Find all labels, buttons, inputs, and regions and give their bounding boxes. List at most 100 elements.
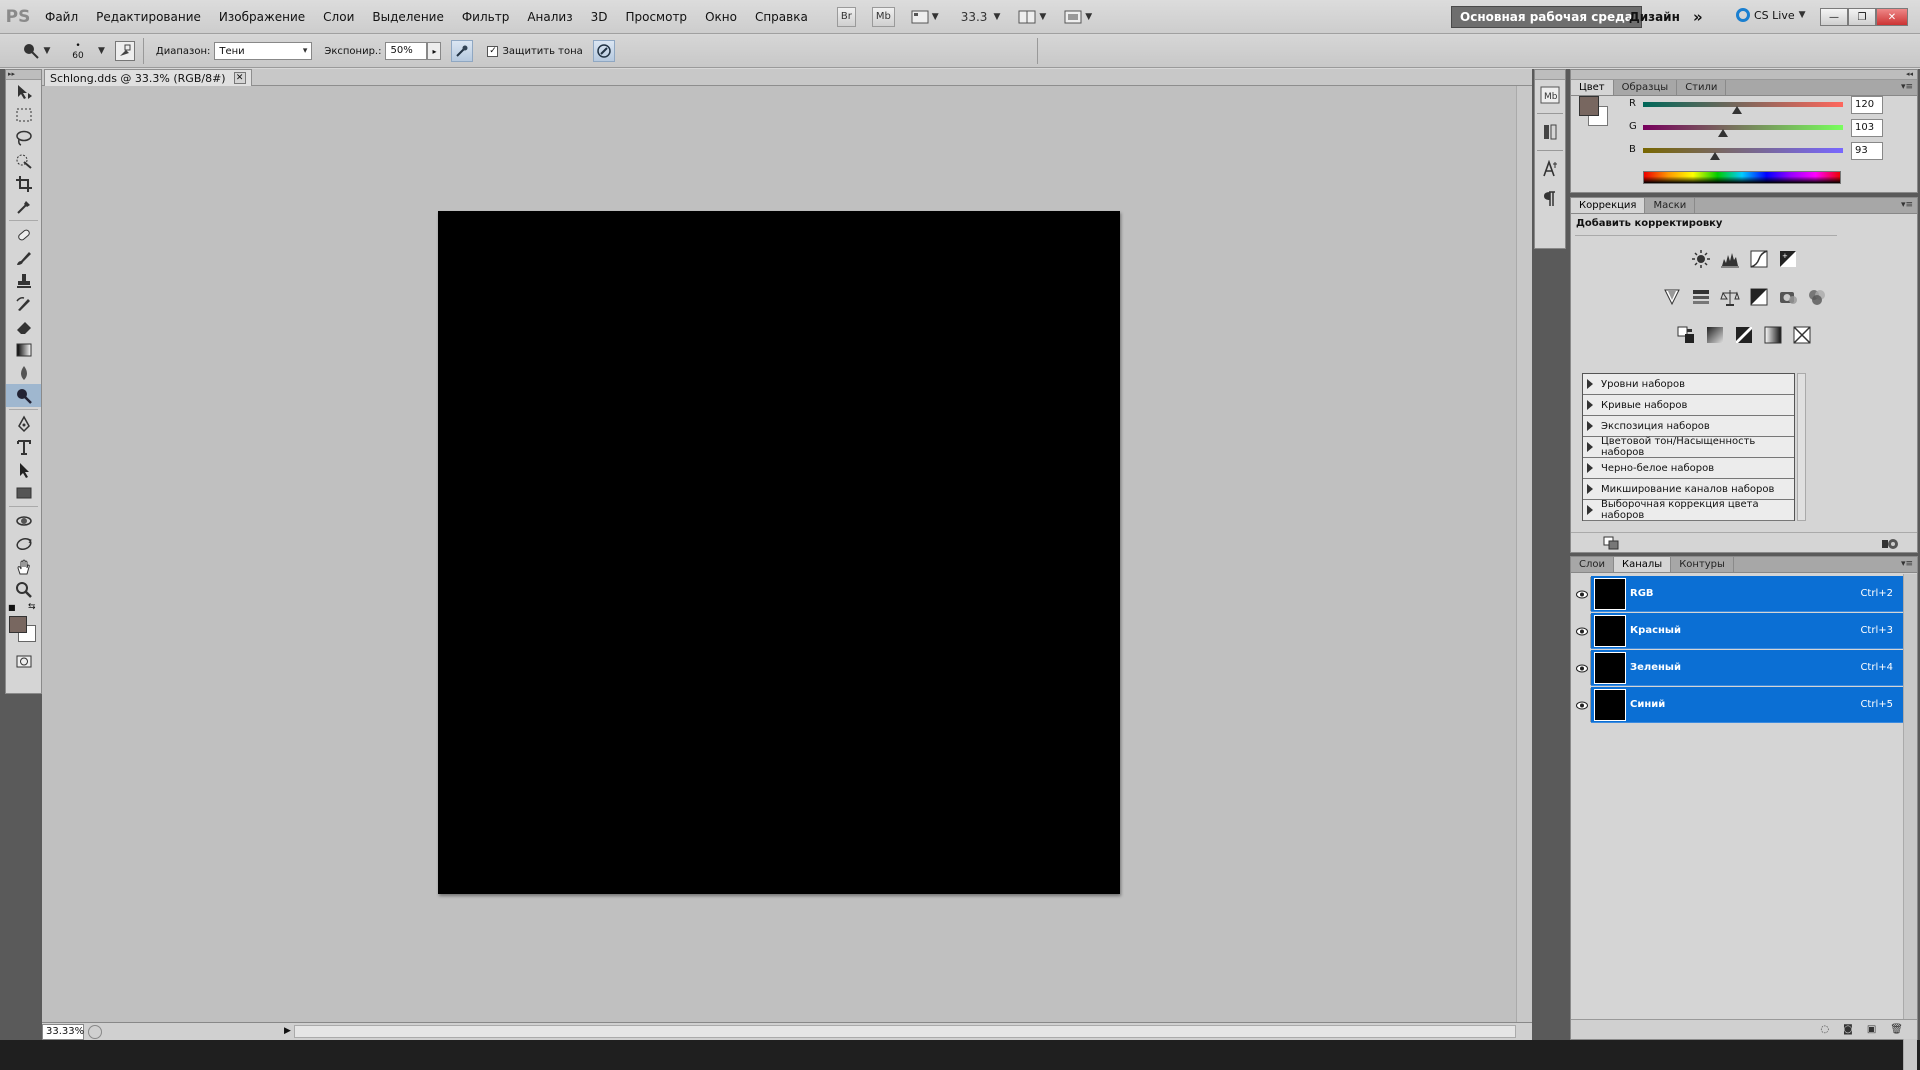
- exposure-slider-toggle[interactable]: ▸: [427, 42, 442, 60]
- document-tab[interactable]: Schlong.dds @ 33.3% (RGB/8#) ✕: [44, 69, 252, 86]
- menu-3d[interactable]: 3D: [582, 0, 617, 34]
- status-zoom-field[interactable]: 33.33%: [42, 1023, 84, 1040]
- workspace-essentials-button[interactable]: Основная рабочая среда: [1451, 6, 1642, 28]
- lasso-tool[interactable]: [6, 126, 41, 149]
- hue-saturation-button[interactable]: [1689, 286, 1712, 308]
- green-slider-thumb[interactable]: [1718, 129, 1728, 137]
- blue-slider-thumb[interactable]: [1710, 152, 1720, 160]
- paragraph-panel-button[interactable]: [1535, 184, 1565, 214]
- preset-exposure[interactable]: Экспозиция наборов: [1583, 416, 1794, 437]
- blur-tool[interactable]: [6, 361, 41, 384]
- load-channel-selection-icon[interactable]: ◌: [1820, 1024, 1829, 1035]
- eraser-tool[interactable]: [6, 315, 41, 338]
- menu-help[interactable]: Справка: [746, 0, 817, 34]
- preset-levels[interactable]: Уровни наборов: [1583, 374, 1794, 395]
- channel-mixer-button[interactable]: [1805, 286, 1828, 308]
- tool-preset-picker[interactable]: ▼: [14, 38, 58, 64]
- brightness-contrast-button[interactable]: [1689, 248, 1712, 270]
- menu-edit[interactable]: Редактирование: [87, 0, 210, 34]
- quick-select-tool[interactable]: [6, 149, 41, 172]
- mini-bridge-button[interactable]: Mb: [871, 6, 895, 27]
- status-info-icon[interactable]: [88, 1024, 102, 1039]
- brush-tool[interactable]: [6, 246, 41, 269]
- tab-adjustments[interactable]: Коррекция: [1571, 198, 1646, 213]
- default-colors-icon[interactable]: ■: [8, 603, 16, 612]
- minimize-icon[interactable]: —: [1820, 8, 1848, 26]
- blue-value-input[interactable]: 93: [1851, 142, 1883, 160]
- range-select[interactable]: Тени ▾: [214, 42, 313, 60]
- gradient-map-button[interactable]: [1762, 324, 1785, 346]
- character-panel-button[interactable]: [1535, 154, 1565, 184]
- channel-row-red[interactable]: Красный Ctrl+3: [1573, 613, 1903, 649]
- exposure-button[interactable]: +: [1776, 248, 1799, 270]
- channel-row-body[interactable]: RGB Ctrl+2: [1591, 576, 1903, 612]
- tab-layers[interactable]: Слои: [1571, 557, 1614, 572]
- channel-row-green[interactable]: Зеленый Ctrl+4: [1573, 650, 1903, 686]
- tab-styles[interactable]: Стили: [1677, 80, 1727, 95]
- visibility-eye-icon[interactable]: [1573, 688, 1591, 722]
- horizontal-scrollbar[interactable]: [294, 1025, 1516, 1038]
- curves-button[interactable]: [1747, 248, 1770, 270]
- channel-row-body[interactable]: Красный Ctrl+3: [1591, 613, 1903, 649]
- invert-button[interactable]: [1675, 324, 1698, 346]
- tab-swatches[interactable]: Образцы: [1614, 80, 1678, 95]
- tablet-pressure-toggle[interactable]: [592, 40, 615, 62]
- status-menu-arrow-icon[interactable]: ▶: [284, 1026, 291, 1036]
- tab-masks[interactable]: Маски: [1645, 198, 1696, 213]
- delete-channel-icon[interactable]: 🗑: [1890, 1024, 1903, 1035]
- chevron-down-icon[interactable]: ▼: [98, 46, 105, 56]
- clone-stamp-tool[interactable]: [6, 269, 41, 292]
- tab-channels[interactable]: Каналы: [1614, 557, 1672, 572]
- menu-file[interactable]: Файл: [36, 0, 87, 34]
- menu-view[interactable]: Просмотр: [616, 0, 696, 34]
- brush-panel-toggle[interactable]: [114, 41, 135, 61]
- preset-channel-mixer[interactable]: Микширование каналов наборов: [1583, 479, 1794, 500]
- green-value-input[interactable]: 103: [1851, 119, 1883, 137]
- cs-live-button[interactable]: CS Live ▼: [1736, 8, 1806, 22]
- mini-bridge-panel-button[interactable]: Mb: [1535, 80, 1565, 110]
- selective-color-button[interactable]: [1791, 324, 1814, 346]
- brush-size-picker[interactable]: • 60: [58, 41, 98, 61]
- visibility-eye-icon[interactable]: [1573, 614, 1591, 648]
- preset-selective-color[interactable]: Выборочная коррекция цвета наборов: [1583, 499, 1794, 521]
- panel-menu-icon[interactable]: ▾≡: [1901, 559, 1913, 569]
- red-slider-thumb[interactable]: [1732, 106, 1742, 114]
- channels-scrollbar[interactable]: [1903, 574, 1917, 1070]
- posterize-button[interactable]: [1704, 324, 1727, 346]
- zoom-level-dropdown[interactable]: 33.3 ▼: [961, 10, 1001, 24]
- new-channel-icon[interactable]: ▣: [1867, 1024, 1876, 1035]
- view-extras-button[interactable]: ▼: [911, 9, 939, 25]
- clip-to-layer-icon[interactable]: [1603, 536, 1619, 550]
- visibility-toggle-icon[interactable]: [1881, 536, 1901, 550]
- dock-grip[interactable]: [1535, 70, 1565, 80]
- 3d-orbit-tool[interactable]: [6, 532, 41, 555]
- marquee-tool[interactable]: [6, 103, 41, 126]
- close-icon[interactable]: ✕: [233, 72, 246, 84]
- history-panel-button[interactable]: [1535, 117, 1565, 147]
- toolbox-grip[interactable]: ▸▸: [6, 70, 41, 80]
- levels-button[interactable]: [1718, 248, 1741, 270]
- black-white-button[interactable]: [1747, 286, 1770, 308]
- move-tool[interactable]: [6, 80, 41, 103]
- restore-icon[interactable]: ❐: [1848, 8, 1876, 26]
- photo-filter-button[interactable]: [1776, 286, 1799, 308]
- red-slider-track[interactable]: [1643, 102, 1843, 107]
- vibrance-button[interactable]: [1660, 286, 1683, 308]
- menu-window[interactable]: Окно: [696, 0, 746, 34]
- threshold-button[interactable]: [1733, 324, 1756, 346]
- exposure-input[interactable]: 50%: [385, 42, 428, 60]
- red-value-input[interactable]: 120: [1851, 96, 1883, 114]
- protect-tones-checkbox[interactable]: ✓ Защитить тона: [487, 45, 583, 57]
- blue-slider-track[interactable]: [1643, 148, 1843, 153]
- channel-row-blue[interactable]: Синий Ctrl+5: [1573, 687, 1903, 723]
- quick-mask-button[interactable]: [6, 649, 41, 672]
- eyedropper-tool[interactable]: [6, 195, 41, 218]
- menu-layer[interactable]: Слои: [314, 0, 363, 34]
- swap-colors-icon[interactable]: ⇆: [28, 602, 36, 612]
- preset-curves[interactable]: Кривые наборов: [1583, 395, 1794, 416]
- channel-row-body[interactable]: Синий Ctrl+5: [1591, 687, 1903, 723]
- color-spectrum-bar[interactable]: [1643, 171, 1841, 184]
- workspace-design-button[interactable]: Дизайн: [1621, 6, 1688, 28]
- close-icon[interactable]: ✕: [1876, 8, 1908, 26]
- pen-tool[interactable]: [6, 412, 41, 435]
